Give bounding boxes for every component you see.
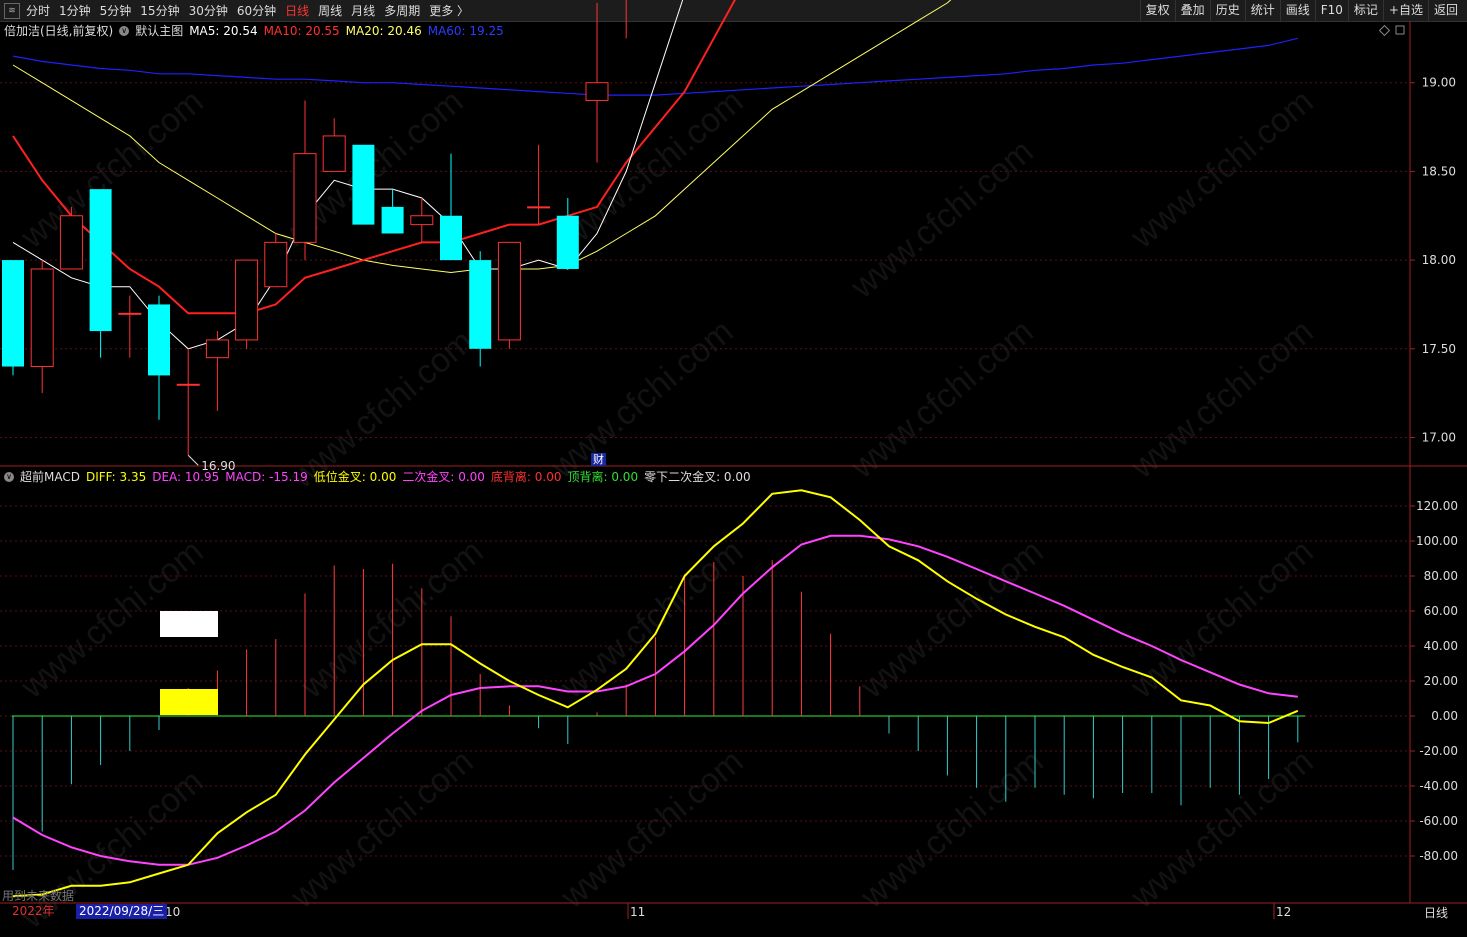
candle-body xyxy=(381,206,404,234)
y-tick-label: -80.00 xyxy=(1419,849,1458,863)
y-tick-label: -20.00 xyxy=(1419,744,1458,758)
y-tick-label: 100.00 xyxy=(1416,534,1458,548)
candle-body xyxy=(469,260,492,349)
y-tick-label: 40.00 xyxy=(1424,639,1458,653)
month-tick-label: 11 xyxy=(630,905,645,919)
y-tick-label: 60.00 xyxy=(1424,604,1458,618)
y-tick-label: 18.50 xyxy=(1422,164,1456,178)
y-tick-label: 0.00 xyxy=(1431,709,1458,723)
low-pointer xyxy=(187,454,199,466)
candle-body xyxy=(410,215,434,226)
period-indicator[interactable]: 日线 xyxy=(1424,904,1448,921)
y-tick-label: 20.00 xyxy=(1424,674,1458,688)
y-tick-label: 17.50 xyxy=(1422,342,1456,356)
y-tick-label: -60.00 xyxy=(1419,814,1458,828)
candle-body xyxy=(89,189,112,332)
signal-box-white xyxy=(160,611,218,637)
signal-box-yellow xyxy=(160,689,218,715)
candle-body xyxy=(176,383,200,386)
y-tick-label: -40.00 xyxy=(1419,779,1458,793)
candle-body xyxy=(556,215,579,269)
y-tick-label: 18.00 xyxy=(1422,253,1456,267)
future-data-warning: 用到未来数据 xyxy=(2,889,75,903)
square-icon xyxy=(1395,25,1405,35)
candle-body xyxy=(30,268,54,368)
ma5-line xyxy=(12,0,684,350)
candle-body xyxy=(352,144,375,225)
candle-body xyxy=(440,215,462,261)
candle-body xyxy=(118,312,142,315)
date-cursor: 2022/09/28/三 xyxy=(76,904,168,919)
y-tick-label: 19.00 xyxy=(1422,76,1456,90)
candle-body xyxy=(527,206,551,209)
low-label: 16.90 xyxy=(201,459,235,473)
month-tick-label: 12 xyxy=(1276,905,1291,919)
candle-body xyxy=(264,241,288,288)
candle-body xyxy=(148,304,170,376)
diamond-icon xyxy=(1378,24,1391,37)
candle-body xyxy=(235,259,259,341)
candle-body xyxy=(205,339,229,359)
chart-canvas[interactable]: 21.5021.0020.5020.0019.5019.0018.5018.00… xyxy=(0,0,1467,923)
candle-body xyxy=(293,153,317,243)
candle-body xyxy=(322,135,346,172)
candle-body xyxy=(59,215,83,270)
ma60-line xyxy=(12,37,1298,96)
candle-body xyxy=(497,241,521,341)
candle-body xyxy=(585,82,609,101)
y-tick-label: 120.00 xyxy=(1416,499,1458,513)
y-tick-label: 19.50 xyxy=(1422,0,1456,1)
year-label: 2022年 xyxy=(12,904,55,918)
candle-body xyxy=(2,260,24,367)
month-tick-label: 10 xyxy=(165,905,180,919)
y-tick-label: 80.00 xyxy=(1424,569,1458,583)
y-tick-label: 17.00 xyxy=(1422,431,1456,445)
ma20-line xyxy=(12,0,952,274)
finance-marker[interactable]: 财 xyxy=(591,453,606,466)
ma10-line xyxy=(12,0,736,315)
